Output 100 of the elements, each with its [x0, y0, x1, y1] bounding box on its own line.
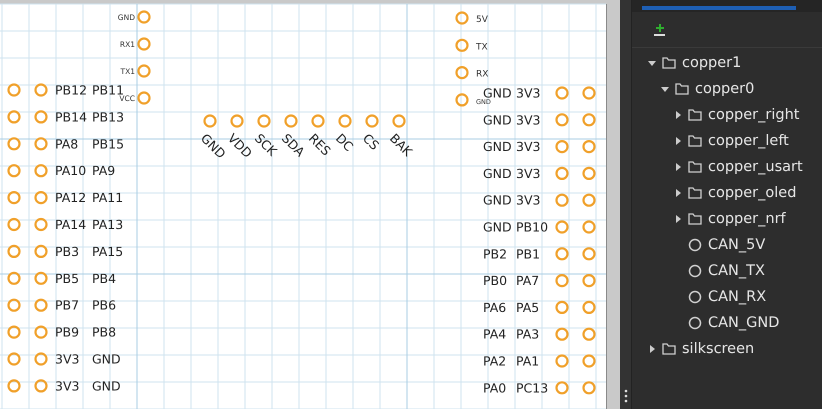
- pad: [34, 272, 48, 285]
- pad: [203, 114, 217, 128]
- add-layer-icon[interactable]: [653, 22, 667, 36]
- pin-label: PA4: [483, 326, 506, 342]
- pad: [137, 10, 151, 24]
- pin-label: 5V: [476, 15, 488, 25]
- folder-icon: [688, 213, 702, 225]
- pad: [34, 352, 48, 366]
- pad: [230, 114, 244, 128]
- pin-label: PB4: [92, 270, 116, 286]
- expand-arrow-icon[interactable]: [674, 137, 682, 145]
- pad: [555, 86, 569, 100]
- pin-label: PA13: [92, 217, 124, 232]
- pad: [582, 274, 596, 288]
- pad: [338, 114, 352, 128]
- pin-label: PB10: [516, 220, 548, 234]
- pin-label: 3V3: [516, 192, 540, 208]
- pad: [455, 66, 469, 80]
- pad: [34, 326, 48, 339]
- pad: [137, 91, 151, 105]
- pad: [582, 140, 596, 154]
- pad: [582, 300, 596, 314]
- pad: [137, 37, 151, 51]
- pad: [582, 220, 596, 234]
- layer-item[interactable]: silkscreen: [682, 340, 754, 358]
- pin-label: GND: [483, 220, 512, 234]
- pad: [311, 114, 325, 128]
- layer-item[interactable]: CAN_RX: [708, 288, 766, 306]
- pad: [7, 379, 21, 392]
- layer-item[interactable]: copper_left: [708, 132, 789, 150]
- pin-label: PA12: [55, 190, 86, 206]
- pin-label: PB2: [483, 246, 508, 262]
- folder-icon: [675, 83, 689, 95]
- pin-label: 3V3: [516, 112, 540, 128]
- pad: [582, 194, 596, 207]
- pad: [555, 220, 569, 234]
- pin-label: PA10: [55, 163, 86, 178]
- pad: [582, 381, 596, 394]
- pin-label: PB13: [92, 109, 124, 124]
- pin-label: 3V3: [516, 166, 540, 181]
- expand-arrow-icon[interactable]: [674, 215, 682, 223]
- collapse-arrow-icon[interactable]: [661, 85, 669, 93]
- pin-label: PB9: [55, 324, 80, 340]
- layer-item[interactable]: CAN_TX: [708, 262, 765, 280]
- layer-item[interactable]: CAN_5V: [708, 236, 766, 254]
- pin-label: CS: [360, 130, 382, 153]
- pin-label: 3V3: [516, 139, 540, 154]
- pad: [582, 328, 596, 341]
- pad: [34, 298, 48, 312]
- pad: [455, 11, 469, 25]
- folder-icon: [662, 57, 676, 69]
- pad: [555, 166, 569, 180]
- pad: [582, 86, 596, 100]
- layer-item[interactable]: copper_nrf: [708, 210, 786, 228]
- expand-arrow-icon[interactable]: [674, 189, 682, 197]
- pin-label: TX: [476, 42, 488, 52]
- pin-label: PB12: [55, 82, 88, 98]
- pin-label: PB8: [92, 324, 116, 340]
- pad: [555, 328, 569, 341]
- more-icon[interactable]: [624, 389, 628, 403]
- layer-item[interactable]: copper0: [695, 80, 754, 98]
- pad: [7, 326, 21, 339]
- expand-arrow-icon[interactable]: [674, 163, 682, 171]
- pad: [7, 137, 21, 150]
- folder-icon: [688, 135, 702, 147]
- pin-label: GND: [483, 192, 512, 208]
- pin-label: PA15: [92, 244, 124, 259]
- pin-label: GND: [483, 112, 512, 128]
- collapse-arrow-icon[interactable]: [648, 59, 656, 67]
- pad: [555, 381, 569, 394]
- pad: [555, 140, 569, 154]
- pad: [555, 300, 569, 314]
- pad: [257, 114, 271, 128]
- pin-label: PB0: [483, 273, 508, 288]
- layer-item[interactable]: copper_oled: [708, 184, 796, 202]
- pad: [582, 166, 596, 180]
- pad: [582, 247, 596, 260]
- pad: [34, 164, 48, 178]
- layer-item[interactable]: copper_right: [708, 106, 800, 124]
- pin-label: RX: [476, 70, 488, 80]
- pin-label: GND: [92, 378, 121, 394]
- expand-arrow-icon[interactable]: [648, 345, 656, 353]
- expand-arrow-icon[interactable]: [674, 111, 682, 119]
- pin-label: GND: [483, 139, 512, 154]
- pad: [7, 164, 21, 178]
- pin-label: PB15: [92, 136, 124, 152]
- pin-label: PA1: [516, 354, 540, 368]
- layer-item[interactable]: CAN_GND: [708, 314, 780, 332]
- pin-label: PA8: [55, 136, 78, 152]
- pin-label: 3V3: [516, 86, 540, 100]
- pad: [555, 247, 569, 260]
- pin-label: PB6: [92, 298, 116, 313]
- pad: [7, 191, 21, 204]
- pin-label: PA5: [516, 300, 540, 315]
- layer-item[interactable]: copper_usart: [708, 158, 803, 176]
- pad: [284, 114, 298, 128]
- pad: [455, 93, 469, 106]
- pin-label: PA14: [55, 217, 86, 232]
- pad: [365, 114, 379, 128]
- layer-item[interactable]: copper1: [682, 54, 742, 72]
